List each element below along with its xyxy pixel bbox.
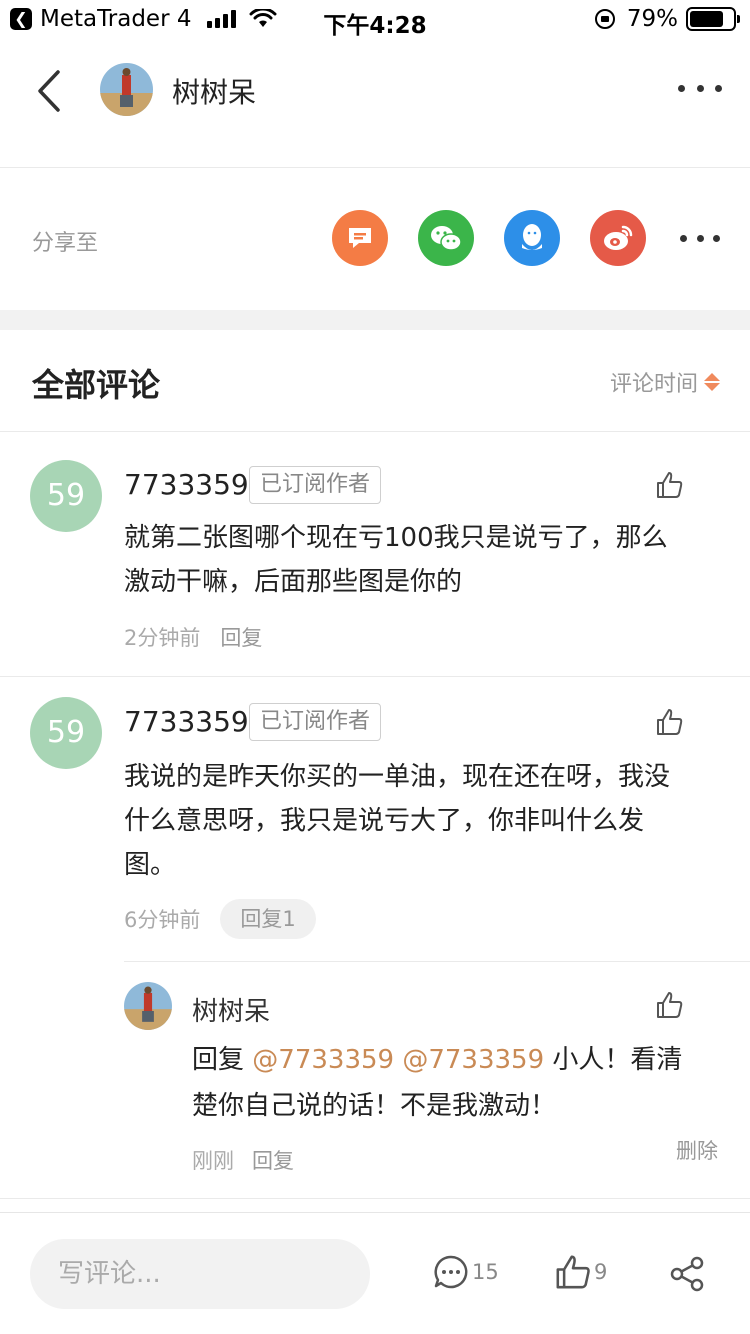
share-row: 分享至 [0,169,750,310]
more-icon[interactable] [678,78,722,98]
comment-time: 2分钟前 [124,626,201,650]
share-more-icon[interactable] [680,231,720,245]
rotation-lock-icon [594,9,615,29]
sort-label: 评论时间 [609,372,698,397]
subscriber-badge: 已订阅作者 [249,466,382,504]
status-bar-right: 79% [594,6,740,32]
qq-icon[interactable] [504,210,560,266]
delete-button[interactable]: 删除 [676,1135,718,1165]
comment-icon [434,1255,468,1289]
reply-button[interactable]: 回复 [252,1145,294,1175]
share-label: 分享至 [32,231,99,256]
comment-item: 59 7733359 已订阅作者 就第二张图哪个现在亏100我只是说亏了，那么 … [0,432,750,676]
like-count: 9 [594,1260,608,1284]
comment-text-line: 我说的是昨天你买的一单油，现在还在呀，我没 [124,762,671,792]
reply-text-line: 回复 @7733359 @7733359 小人！看清 [192,1037,722,1083]
comment-meta: 2分钟前 回复 [124,622,262,652]
comment-text-line: 什么意思呀，我只是说亏大了，你非叫什么发 [124,806,645,836]
comment-divider [0,1198,750,1199]
bottom-bar: 写评论... 15 9 [0,1212,750,1334]
battery-percent: 79% [626,6,678,32]
subscriber-badge: 已订阅作者 [249,703,382,741]
write-comment-input[interactable]: 写评论... [30,1239,370,1309]
comment-text-line: 激动干嘛，后面那些图是你的 [124,567,463,597]
battery-icon [686,7,740,31]
comment-time: 6分钟前 [124,908,201,932]
reply-divider [124,961,750,962]
comment-count: 15 [472,1260,499,1284]
reply-text-line: 楚你自己说的话！不是我激动！ [192,1091,557,1121]
like-icon[interactable] [654,707,684,737]
comment-meta: 6分钟前 回复1 [124,899,316,939]
mention-link[interactable]: @7733359 [402,1045,544,1075]
thumbs-up-icon [556,1255,590,1289]
comment-text-line: 就第二张图哪个现在亏100我只是说亏了，那么 [124,523,668,553]
weibo-icon[interactable] [590,210,646,266]
nav-header: 树树呆 [0,40,750,168]
comments-title: 全部评论 [32,366,161,404]
reply-meta: 刚刚 回复 [192,1145,294,1175]
share-icon[interactable] [668,1255,706,1293]
comments-header: 全部评论 评论时间 [0,330,750,432]
status-bar: ❮ MetaTrader 4 下午4:28 79% [0,0,750,40]
like-icon[interactable] [654,470,684,500]
sort-arrows-icon [704,373,720,391]
chevron-left-icon[interactable] [30,66,70,116]
comments-count-button[interactable]: 15 [432,1253,499,1291]
comment-text-line: 图。 [124,850,177,880]
reply-prefix: 回复 [192,1045,245,1075]
section-divider [0,310,750,330]
commenter-name[interactable]: 7733359 [124,468,249,501]
battery-level [690,11,724,27]
comment-item: 59 7733359 已订阅作者 我说的是昨天你买的一单油，现在还在呀，我没 什… [0,677,750,1212]
reply-text: 小人！看清 [552,1045,683,1075]
replier-name[interactable]: 树树呆 [192,991,270,1028]
reply-time: 刚刚 [192,1149,234,1173]
page-title: 树树呆 [172,76,257,109]
commenter-avatar[interactable]: 59 [30,460,102,532]
replier-avatar[interactable] [124,982,172,1030]
like-count-button[interactable]: 9 [554,1253,607,1291]
reply-count-button[interactable]: 回复1 [220,899,316,939]
commenter-avatar[interactable]: 59 [30,697,102,769]
like-icon[interactable] [654,990,684,1020]
commenter-name[interactable]: 7733359 [124,705,249,738]
sort-by-time-button[interactable]: 评论时间 [610,366,720,398]
wechat-icon[interactable] [418,210,474,266]
author-avatar[interactable] [100,63,153,116]
message-icon[interactable] [332,210,388,266]
reply-button[interactable]: 回复 [220,622,262,652]
mention-link[interactable]: @7733359 [252,1045,394,1075]
